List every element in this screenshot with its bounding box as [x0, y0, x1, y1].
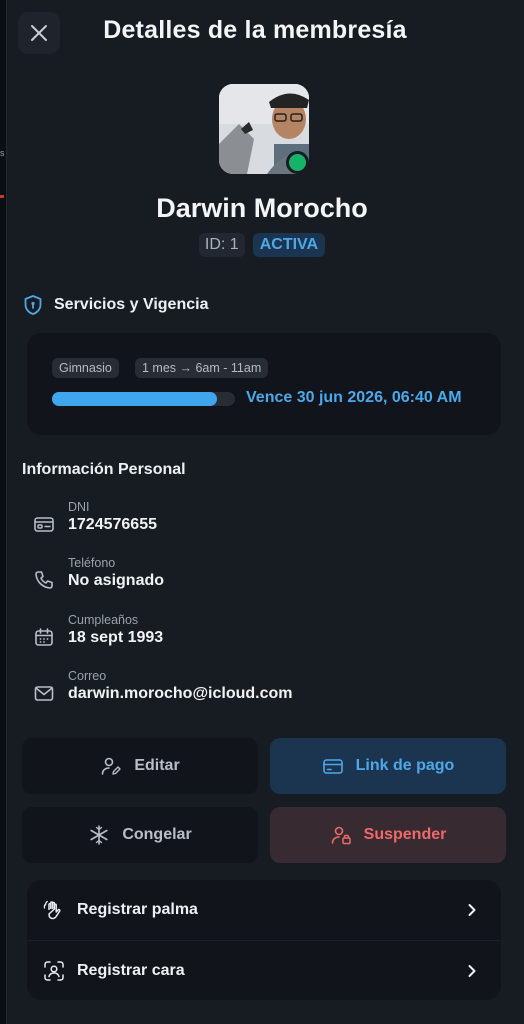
shield-icon [24, 295, 42, 315]
palm-icon [43, 900, 61, 920]
schedule-chip: 1 mes → 6am - 11am [135, 358, 269, 378]
payment-link-label: Link de pago [355, 757, 455, 774]
services-header: Servicios y Vigencia [22, 294, 208, 316]
user-lock-icon [331, 826, 351, 845]
freeze-label: Congelar [122, 826, 192, 843]
background-accent [0, 195, 4, 198]
member-id-badge: ID: 1 [198, 233, 245, 257]
validity-progress-fill [52, 392, 217, 406]
phone-value: No asignado [68, 572, 165, 589]
info-row-dni: DNI 1724576655 [33, 500, 157, 535]
chevron-right-icon [468, 904, 476, 916]
plan-chip: Gimnasio [52, 358, 119, 378]
info-row-birthday: Cumpleaños 18 sept 1993 [33, 613, 163, 648]
register-palm-row[interactable]: Registrar palma [27, 880, 501, 940]
close-button[interactable] [18, 12, 60, 54]
dni-label: DNI [68, 500, 90, 514]
status-badge: ACTIVA [252, 233, 326, 257]
edit-button[interactable]: Editar [22, 738, 258, 794]
online-status-dot [286, 151, 309, 174]
credit-card-icon [322, 759, 343, 774]
mail-icon [34, 686, 54, 701]
user-edit-icon [102, 757, 122, 775]
close-icon [31, 25, 47, 41]
birthday-value: 18 sept 1993 [68, 629, 164, 646]
services-title: Servicios y Vigencia [54, 296, 209, 313]
validity-progress-bar [52, 392, 235, 406]
snowflake-icon [90, 825, 108, 845]
biometrics-card: Registrar palma Registrar cara [27, 880, 501, 1000]
service-card: Gimnasio 1 mes → 6am - 11am Vence 30 jun… [27, 333, 501, 435]
birthday-label: Cumpleaños [68, 613, 139, 627]
register-face-label: Registrar cara [77, 962, 185, 979]
info-row-email: Correo darwin.morocho@icloud.com [33, 669, 293, 704]
id-card-icon [34, 517, 54, 532]
face-scan-icon [44, 961, 64, 981]
register-face-row[interactable]: Registrar cara [27, 941, 501, 1000]
email-value: darwin.morocho@icloud.com [68, 685, 293, 702]
edit-label: Editar [134, 757, 180, 774]
member-badges: ID: 1 ACTIVA [0, 233, 524, 257]
personal-info-title: Información Personal [22, 461, 186, 478]
freeze-button[interactable]: Congelar [22, 807, 258, 863]
email-label: Correo [68, 669, 107, 683]
suspend-label: Suspender [363, 826, 447, 843]
page-title: Detalles de la membresía [103, 16, 407, 44]
info-row-phone: Teléfono No asignado [33, 556, 164, 591]
phone-icon [35, 571, 53, 589]
dni-value: 1724576655 [68, 516, 157, 533]
suspend-button[interactable]: Suspender [270, 807, 506, 863]
chevron-right-icon [468, 965, 476, 977]
background-glyph: s [0, 148, 5, 158]
member-name: Darwin Morocho [156, 193, 368, 223]
register-palm-label: Registrar palma [77, 901, 198, 918]
expiration-date: Vence 30 jun 2026, 06:40 AM [246, 389, 462, 406]
payment-link-button[interactable]: Link de pago [270, 738, 506, 794]
calendar-icon [35, 628, 53, 646]
phone-label: Teléfono [68, 556, 116, 570]
